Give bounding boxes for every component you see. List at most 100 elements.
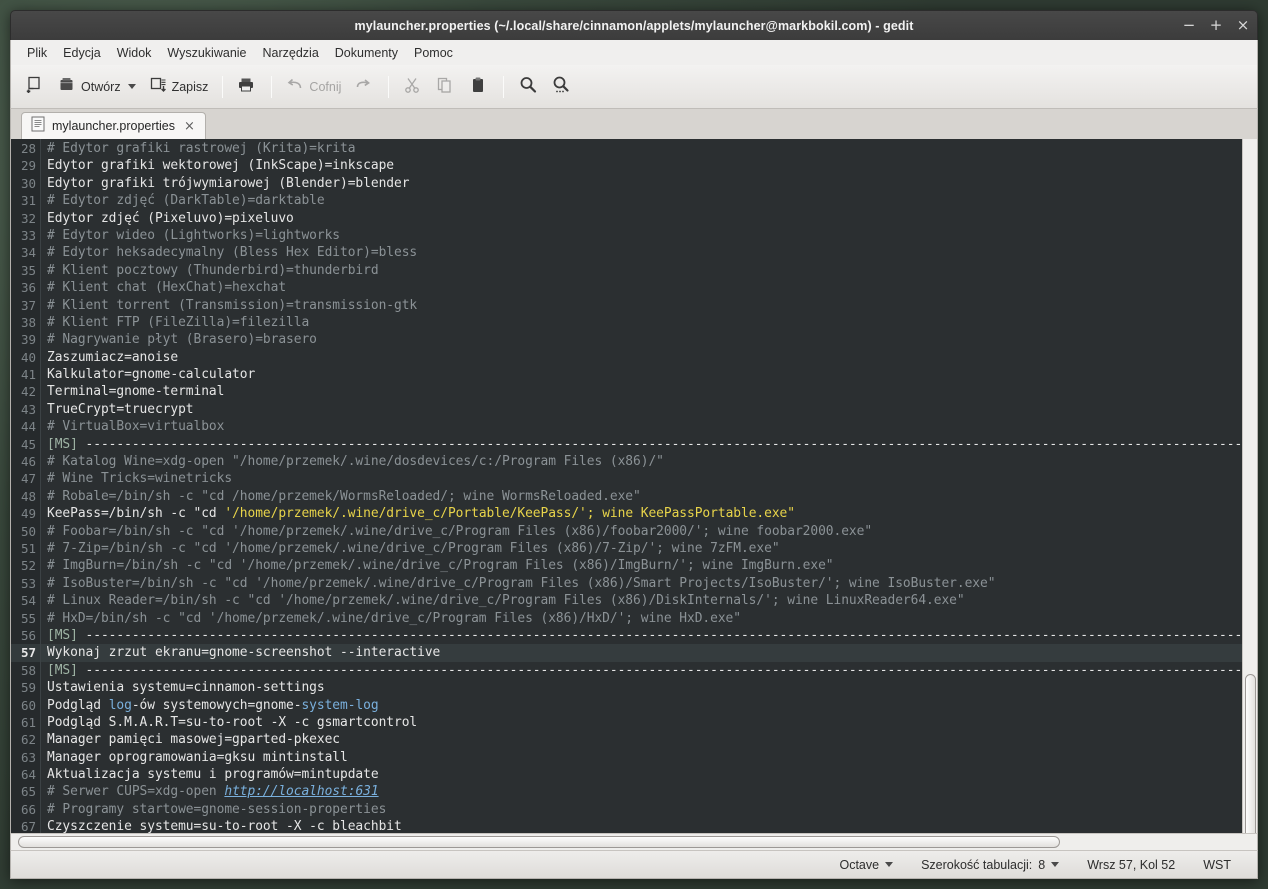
maximize-icon[interactable]: + [1208, 18, 1224, 34]
code-line[interactable]: # Serwer CUPS=xdg-open http://localhost:… [41, 783, 1242, 800]
copy-button[interactable] [430, 71, 462, 103]
toolbar: Otwórz Zapisz Cofnij [10, 65, 1258, 109]
line-number: 47 [20, 471, 36, 487]
language-selector[interactable]: Octave [825, 856, 907, 874]
code-line[interactable]: Manager oprogramowania=gksu mintinstall [41, 749, 1242, 766]
chevron-down-icon [1051, 862, 1060, 867]
window-titlebar[interactable]: mylauncher.properties (~/.local/share/ci… [10, 10, 1258, 40]
chevron-down-icon[interactable] [127, 84, 136, 89]
code-line[interactable]: # Nagrywanie płyt (Brasero)=brasero [41, 331, 1242, 348]
code-content[interactable]: # Edytor grafiki rastrowej (Krita)=krita… [41, 139, 1242, 833]
code-line[interactable]: [MS] -----------------------------------… [41, 662, 1242, 679]
find-replace-button[interactable] [545, 71, 577, 103]
code-line[interactable]: Edytor grafiki trójwymiarowej (Blender)=… [41, 175, 1242, 192]
code-line[interactable]: # Wine Tricks=winetricks [41, 470, 1242, 487]
tab-close-icon[interactable]: × [182, 120, 197, 133]
code-line[interactable]: # Edytor heksadecymalny (Bless Hex Edito… [41, 244, 1242, 261]
open-button[interactable]: Otwórz [52, 71, 142, 103]
paste-button[interactable] [463, 71, 495, 103]
code-line[interactable]: # VirtualBox=virtualbox [41, 418, 1242, 435]
new-document-button[interactable] [19, 71, 51, 103]
window-controls: − + × [1181, 11, 1251, 41]
horizontal-scrollbar-thumb[interactable] [18, 836, 1060, 848]
line-number: 61 [20, 714, 36, 730]
code-line[interactable]: # Programy startowe=gnome-session-proper… [41, 801, 1242, 818]
code-line[interactable]: # Edytor zdjęć (DarkTable)=darktable [41, 192, 1242, 209]
section-token: [MS] [47, 436, 78, 452]
code-line[interactable]: # Katalog Wine=xdg-open "/home/przemek/.… [41, 453, 1242, 470]
find-button[interactable] [512, 71, 544, 103]
code-line[interactable]: Terminal=gnome-terminal [41, 383, 1242, 400]
tab-width-selector[interactable]: Szerokość tabulacji: 8 [907, 856, 1073, 874]
cut-button[interactable] [397, 71, 429, 103]
menubar: Plik Edycja Widok Wyszukiwanie Narzędzia… [10, 40, 1258, 65]
menu-pomoc[interactable]: Pomoc [406, 43, 461, 63]
line-number: 43 [20, 401, 36, 417]
gedit-window: mylauncher.properties (~/.local/share/ci… [10, 10, 1258, 879]
keyword-token: log [108, 697, 132, 713]
code-line[interactable]: # Edytor wideo (Lightworks)=lightworks [41, 227, 1242, 244]
close-icon[interactable]: × [1235, 18, 1251, 34]
code-line[interactable]: # ImgBurn=/bin/sh -c "cd '/home/przemek/… [41, 557, 1242, 574]
save-button[interactable]: Zapisz [143, 71, 215, 103]
code-line[interactable]: Wykonaj zrzut ekranu=gnome-screenshot --… [41, 644, 1242, 662]
line-number: 35 [20, 262, 36, 278]
code-line[interactable]: [MS] -----------------------------------… [41, 627, 1242, 644]
code-line[interactable]: [MS] -----------------------------------… [41, 436, 1242, 453]
line-number: 42 [20, 384, 36, 400]
code-line[interactable]: Kalkulator=gnome-calculator [41, 366, 1242, 383]
code-line[interactable]: Manager pamięci masowej=gparted-pkexec [41, 731, 1242, 748]
section-token: [MS] [47, 662, 78, 678]
vertical-scrollbar[interactable] [1242, 139, 1257, 833]
menu-narzedzia[interactable]: Narzędzia [255, 43, 327, 63]
url-token[interactable]: http://localhost:631 [224, 784, 378, 799]
undo-button[interactable]: Cofnij [280, 71, 347, 103]
code-line[interactable]: KeePass=/bin/sh -c "cd '/home/przemek/.w… [41, 505, 1242, 522]
editor-container: 28 29 30 31 32 33 34 35 36 37 38 39 40 41 42 43 44 45 46 47… [10, 139, 1258, 833]
code-line[interactable]: Podgląd S.M.A.R.T=su-to-root -X -c gsmar… [41, 714, 1242, 731]
line-number: 65 [20, 784, 36, 800]
undo-button-label: Cofnij [309, 79, 342, 94]
code-line[interactable]: # Klient torrent (Transmission)=transmis… [41, 297, 1242, 314]
code-line[interactable]: Aktualizacja systemu i programów=mintupd… [41, 766, 1242, 783]
code-line[interactable]: Edytor zdjęć (Pixeluvo)=pixeluvo [41, 210, 1242, 227]
toolbar-separator-3 [388, 75, 390, 98]
code-line[interactable]: # Linux Reader=/bin/sh -c "cd '/home/prz… [41, 592, 1242, 609]
insert-mode-label: WST [1203, 857, 1231, 872]
horizontal-scrollbar[interactable] [10, 833, 1258, 850]
vertical-scrollbar-thumb[interactable] [1245, 674, 1256, 833]
line-number: 38 [20, 314, 36, 330]
menu-plik[interactable]: Plik [19, 43, 55, 63]
line-number: 29 [20, 158, 36, 174]
code-line[interactable]: Podgląd log-ów systemowych=gnome-system-… [41, 697, 1242, 714]
code-line[interactable]: # IsoBuster=/bin/sh -c "cd '/home/przeme… [41, 575, 1242, 592]
code-line[interactable]: # HxD=/bin/sh -c "cd '/home/przemek/.win… [41, 610, 1242, 627]
code-line[interactable]: Ustawienia systemu=cinnamon-settings [41, 679, 1242, 696]
tab-mylauncher-properties[interactable]: mylauncher.properties × [21, 112, 206, 139]
line-number: 62 [20, 732, 36, 748]
menu-wyszukiwanie[interactable]: Wyszukiwanie [159, 43, 254, 63]
code-line[interactable]: # Klient pocztowy (Thunderbird)=thunderb… [41, 262, 1242, 279]
code-line[interactable]: # Robale=/bin/sh -c "cd /home/przemek/Wo… [41, 488, 1242, 505]
minimize-icon[interactable]: − [1181, 18, 1197, 34]
redo-arrow-icon [354, 76, 372, 97]
search-replace-icon [551, 75, 571, 98]
printer-icon [237, 76, 255, 97]
menu-dokumenty[interactable]: Dokumenty [327, 43, 406, 63]
redo-button[interactable] [348, 71, 380, 103]
print-button[interactable] [231, 71, 263, 103]
code-line[interactable]: # Klient chat (HexChat)=hexchat [41, 279, 1242, 296]
menu-edycja[interactable]: Edycja [55, 43, 109, 63]
code-line[interactable]: Zaszumiacz=anoise [41, 349, 1242, 366]
code-line[interactable]: Edytor grafiki wektorowej (InkScape)=ink… [41, 157, 1242, 174]
language-label: Octave [839, 857, 880, 872]
code-line[interactable]: TrueCrypt=truecrypt [41, 401, 1242, 418]
code-line[interactable]: # 7-Zip=/bin/sh -c "cd '/home/przemek/.w… [41, 540, 1242, 557]
text-editor[interactable]: 28 29 30 31 32 33 34 35 36 37 38 39 40 41 42 43 44 45 46 47… [11, 139, 1242, 833]
code-line[interactable]: Czyszczenie systemu=su-to-root -X -c ble… [41, 818, 1242, 833]
code-line[interactable]: # Foobar=/bin/sh -c "cd '/home/przemek/.… [41, 523, 1242, 540]
save-disk-icon [149, 76, 167, 97]
code-line[interactable]: # Klient FTP (FileZilla)=filezilla [41, 314, 1242, 331]
menu-widok[interactable]: Widok [109, 43, 160, 63]
code-line[interactable]: # Edytor grafiki rastrowej (Krita)=krita [41, 140, 1242, 157]
